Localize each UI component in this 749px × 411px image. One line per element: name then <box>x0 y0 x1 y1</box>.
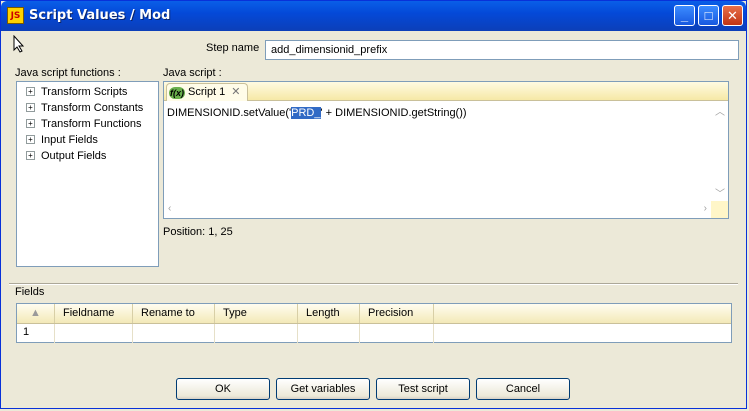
functions-label: Java script functions : <box>15 67 121 79</box>
expand-icon[interactable]: + <box>26 135 35 144</box>
script-editor[interactable]: f(x) Script 1 ✕ DIMENSIONID.setValue('PRD_… <box>163 81 729 219</box>
mouse-pointer-icon <box>13 35 25 53</box>
tree-item-output-fields[interactable]: + Output Fields <box>26 150 106 162</box>
tab-label: Script 1 <box>188 86 226 98</box>
scroll-left-icon[interactable]: ‹ <box>168 203 171 214</box>
table-cell[interactable] <box>215 324 298 343</box>
expand-icon[interactable]: + <box>26 119 35 128</box>
cursor-position: Position: 1, 25 <box>163 226 233 238</box>
step-name-label: Step name <box>206 42 260 54</box>
test-script-button[interactable]: Test script <box>376 378 470 400</box>
expand-icon[interactable]: + <box>26 87 35 96</box>
window-title: Script Values / Mod <box>29 8 171 23</box>
tree-item-input-fields[interactable]: + Input Fields <box>26 134 98 146</box>
functions-tree[interactable]: + Transform Scripts + Transform Constants … <box>16 81 159 267</box>
maximize-button[interactable]: □ <box>698 5 719 26</box>
scrollbar-corner <box>711 201 728 218</box>
tree-item-transform-constants[interactable]: + Transform Constants <box>26 102 143 114</box>
maximize-icon: □ <box>704 8 713 23</box>
tree-item-transform-functions[interactable]: + Transform Functions <box>26 118 141 130</box>
selected-text: PRD_ <box>291 107 321 119</box>
expand-icon[interactable]: + <box>26 103 35 112</box>
scroll-up-icon[interactable]: ︿ <box>715 103 725 118</box>
fields-label: Fields <box>15 286 45 298</box>
tab-script-1[interactable]: f(x) Script 1 ✕ <box>166 83 248 101</box>
close-icon: ✕ <box>727 8 738 23</box>
javascript-label: Java script : <box>163 67 222 79</box>
function-icon: f(x) <box>169 87 185 99</box>
table-cell[interactable] <box>360 324 434 343</box>
script-values-dialog: JS Script Values / Mod _ □ ✕ Step name a… <box>0 0 747 409</box>
horizontal-scrollbar[interactable]: ‹ › <box>164 202 711 218</box>
row-number: 1 <box>17 324 55 343</box>
scroll-right-icon[interactable]: › <box>704 203 707 214</box>
minimize-icon: _ <box>680 8 689 23</box>
minimize-button[interactable]: _ <box>674 5 695 26</box>
javascript-app-icon: JS <box>7 7 24 24</box>
column-header-type[interactable]: Type <box>215 304 298 323</box>
vertical-scrollbar[interactable]: ︿ ﹀ <box>711 101 728 202</box>
table-cell[interactable] <box>55 324 133 343</box>
cancel-button[interactable]: Cancel <box>476 378 570 400</box>
table-cell[interactable] <box>133 324 215 343</box>
ok-button[interactable]: OK <box>176 378 270 400</box>
script-code[interactable]: DIMENSIONID.setValue('PRD_' + DIMENSIONI… <box>167 107 467 119</box>
get-variables-button[interactable]: Get variables <box>276 378 370 400</box>
table-header: ▲ Fieldname Rename to Type Length Precis… <box>17 304 731 324</box>
table-cell[interactable] <box>298 324 360 343</box>
separator <box>9 283 738 285</box>
expand-icon[interactable]: + <box>26 151 35 160</box>
close-button[interactable]: ✕ <box>722 5 743 26</box>
script-tab-strip: f(x) Script 1 ✕ <box>164 82 728 101</box>
fields-table[interactable]: ▲ Fieldname Rename to Type Length Precis… <box>16 303 732 343</box>
title-bar[interactable]: JS Script Values / Mod _ □ ✕ <box>1 1 746 31</box>
column-header-precision[interactable]: Precision <box>360 304 434 323</box>
sort-up-icon[interactable]: ▲ <box>17 304 55 323</box>
step-name-input[interactable]: add_dimensionid_prefix <box>265 40 739 60</box>
tree-item-transform-scripts[interactable]: + Transform Scripts <box>26 86 127 98</box>
scroll-down-icon[interactable]: ﹀ <box>715 185 725 200</box>
column-header-length[interactable]: Length <box>298 304 360 323</box>
close-tab-icon[interactable]: ✕ <box>231 86 240 98</box>
column-header-rename-to[interactable]: Rename to <box>133 304 215 323</box>
column-header-fieldname[interactable]: Fieldname <box>55 304 133 323</box>
